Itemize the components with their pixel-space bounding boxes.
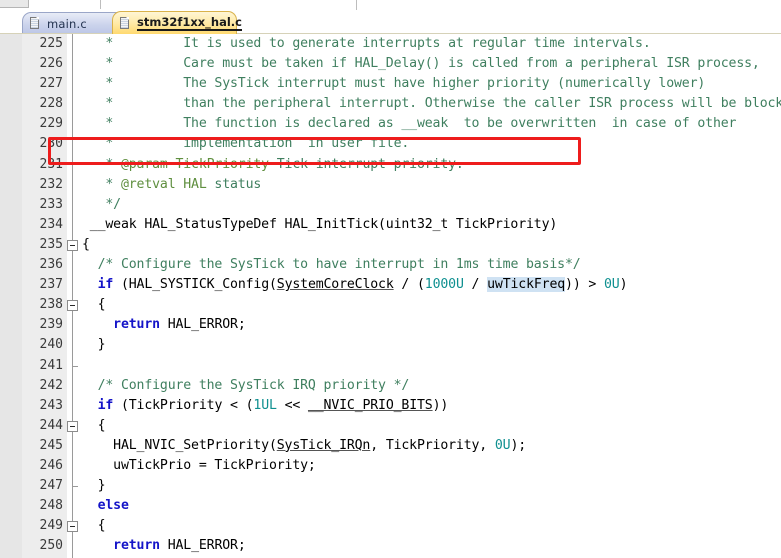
code-editor[interactable]: 225 * It is used to generate interrupts …	[0, 34, 781, 558]
line-number: 240	[39, 337, 63, 353]
code-text: {	[82, 297, 106, 313]
code-text: * implementation in user file.	[82, 136, 410, 152]
line-number: 243	[39, 397, 63, 413]
code-line[interactable]: 250 return HAL_ERROR;	[0, 536, 781, 556]
line-number: 226	[39, 56, 63, 72]
code-text: }	[82, 337, 106, 353]
line-number: 247	[39, 478, 63, 494]
code-text: */	[82, 196, 121, 212]
line-number: 227	[39, 76, 63, 92]
line-number: 242	[39, 377, 63, 393]
code-text: else	[97, 498, 129, 514]
line-number: 238	[39, 297, 63, 313]
code-line[interactable]: 247 }	[0, 476, 781, 496]
tab-label: stm32f1xx_hal.c	[137, 14, 242, 31]
line-number: 236	[39, 257, 63, 273]
line-number: 245	[39, 437, 63, 453]
code-line[interactable]: 229 * The function is declared as __weak…	[0, 114, 781, 134]
code-text: * @retval HAL status	[82, 176, 262, 192]
fold-branch-marker	[72, 486, 78, 488]
line-number: 241	[39, 357, 63, 373]
code-line[interactable]: 234 __weak HAL_StatusTypeDef HAL_InitTic…	[0, 215, 781, 235]
code-line[interactable]: 238 {	[0, 295, 781, 315]
line-number: 235	[39, 236, 63, 252]
code-text: * than the peripheral interrupt. Otherwi…	[82, 96, 781, 112]
code-text: }	[82, 478, 106, 494]
code-text: * @param TickPriority Tick interrupt pri…	[82, 156, 464, 172]
c-file-icon	[30, 17, 40, 30]
code-line[interactable]: 243 if (TickPriority < (1UL << __NVIC_PR…	[0, 396, 781, 416]
code-line[interactable]: 249 {	[0, 516, 781, 536]
code-line[interactable]: 227 * The SysTick interrupt must have hi…	[0, 74, 781, 94]
code-line[interactable]: 228 * than the peripheral interrupt. Oth…	[0, 94, 781, 114]
line-number: 234	[39, 216, 63, 232]
code-text: {	[82, 236, 90, 252]
line-number: 231	[39, 156, 63, 172]
code-line[interactable]: 235 {	[0, 235, 781, 255]
line-number: 239	[39, 317, 63, 333]
code-line[interactable]: 245 HAL_NVIC_SetPriority(SysTick_IRQn, T…	[0, 436, 781, 456]
line-number: 249	[39, 518, 63, 534]
tab-strip: main.c stm32f1xx_hal.c	[0, 11, 781, 34]
code-line[interactable]: 244 {	[0, 416, 781, 436]
code-line[interactable]: 231 * @param TickPriority Tick interrupt…	[0, 155, 781, 175]
code-text: {	[82, 518, 106, 534]
line-number: 229	[39, 116, 63, 132]
code-text: * The function is declared as __weak to …	[82, 116, 737, 132]
code-text: * It is used to generate interrupts at r…	[82, 36, 651, 51]
fold-collapse-icon[interactable]	[67, 240, 78, 252]
fold-collapse-icon[interactable]	[67, 521, 78, 533]
tab-stm32f1xx-hal-c[interactable]: stm32f1xx_hal.c	[112, 11, 242, 34]
editor-window: main.c stm32f1xx_hal.c 225 * It is used …	[0, 0, 781, 558]
code-text: return HAL_ERROR;	[113, 317, 246, 333]
code-line[interactable]: 248 else	[0, 496, 781, 516]
code-line[interactable]: 225 * It is used to generate interrupts …	[0, 34, 781, 54]
code-text: HAL_NVIC_SetPriority(SysTick_IRQn, TickP…	[82, 437, 527, 453]
line-number: 248	[39, 498, 63, 514]
code-line[interactable]: 246 uwTickPrio = TickPriority;	[0, 456, 781, 476]
c-file-icon	[120, 16, 130, 30]
line-number: 232	[39, 176, 63, 192]
toolbar-divider-2	[356, 0, 357, 10]
code-text: if (HAL_SYSTICK_Config(SystemCoreClock /…	[97, 277, 628, 293]
fold-collapse-icon[interactable]	[67, 300, 78, 312]
line-number: 228	[39, 96, 63, 112]
toolbar-button-stub[interactable]	[0, 0, 29, 8]
code-line[interactable]: 242 /* Configure the SysTick IRQ priorit…	[0, 376, 781, 396]
code-text: /* Configure the SysTick to have interru…	[97, 257, 581, 273]
code-line[interactable]: 232 * @retval HAL status	[0, 175, 781, 195]
code-line[interactable]: 233 */	[0, 195, 781, 215]
line-number: 225	[39, 36, 63, 51]
tab-label: main.c	[47, 16, 87, 31]
line-number: 230	[39, 136, 63, 152]
fold-collapse-icon[interactable]	[67, 420, 78, 432]
code-text: if (TickPriority < (1UL << __NVIC_PRIO_B…	[97, 397, 449, 413]
code-line[interactable]: 241	[0, 356, 781, 376]
line-number: 250	[39, 538, 63, 554]
toolbar-divider	[100, 0, 101, 9]
line-number: 246	[39, 457, 63, 473]
code-text: __weak HAL_StatusTypeDef HAL_InitTick(ui…	[82, 216, 558, 232]
code-line[interactable]: 237 if (HAL_SYSTICK_Config(SystemCoreClo…	[0, 275, 781, 295]
fold-branch-marker	[72, 365, 78, 367]
line-number: 233	[39, 196, 63, 212]
code-rows: 225 * It is used to generate interrupts …	[0, 34, 781, 558]
code-text: * Care must be taken if HAL_Delay() is c…	[82, 56, 760, 72]
code-line[interactable]: 226 * Care must be taken if HAL_Delay() …	[0, 54, 781, 74]
code-line[interactable]: 230 * implementation in user file.	[0, 134, 781, 154]
code-text: uwTickPrio = TickPriority;	[82, 457, 316, 473]
line-number: 237	[39, 277, 63, 293]
code-line[interactable]: 239 return HAL_ERROR;	[0, 315, 781, 335]
line-number: 244	[39, 417, 63, 433]
code-line[interactable]: 236 /* Configure the SysTick to have int…	[0, 255, 781, 275]
code-text: {	[82, 417, 106, 433]
code-text: * The SysTick interrupt must have higher…	[82, 76, 706, 92]
code-text: /* Configure the SysTick IRQ priority */	[97, 377, 410, 393]
code-line[interactable]: 240 }	[0, 335, 781, 355]
code-text: return HAL_ERROR;	[113, 538, 246, 554]
